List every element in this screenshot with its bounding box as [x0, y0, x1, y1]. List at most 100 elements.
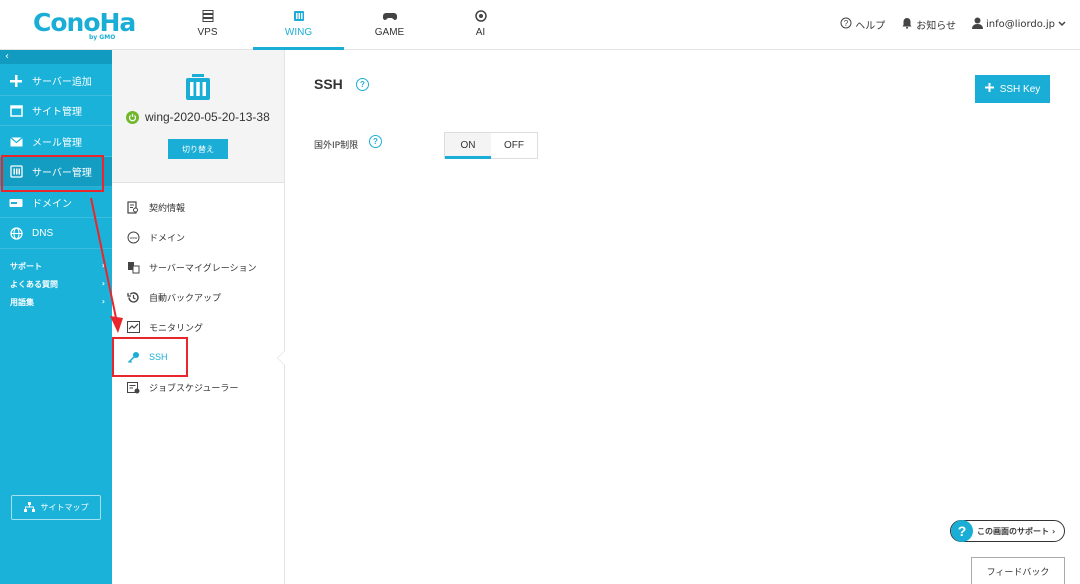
switch-server-button[interactable]: 切り替え — [168, 139, 228, 159]
sidebar-link-label: 用語集 — [10, 298, 34, 307]
annotation-box-server-management — [1, 155, 104, 192]
sidebar-item-dns[interactable]: DNS — [0, 219, 112, 249]
feedback-button[interactable]: フィードバック — [971, 557, 1065, 584]
nav-wing[interactable]: WING — [253, 0, 344, 50]
support-glyph: ? — [957, 523, 967, 539]
sidebar-link-support[interactable]: サポート › — [10, 261, 105, 272]
notifications-link[interactable]: お知らせ — [901, 17, 956, 32]
help-glyph: ? — [373, 137, 378, 146]
sidebar-collapse-button[interactable]: ‹ — [0, 50, 112, 64]
server-icon — [182, 72, 214, 107]
header-actions: ? ヘルプ お知らせ info@liordo.jp — [840, 17, 1066, 32]
sidebar-item-site-management[interactable]: サイト管理 — [0, 96, 112, 126]
server-summary: wing-2020-05-20-13-38 切り替え — [112, 50, 284, 183]
plus-icon — [984, 83, 994, 95]
help-label: ヘルプ — [855, 21, 886, 32]
sidebar-link-faq[interactable]: よくある質問 › — [10, 279, 105, 290]
menu-item-label: 契約情報 — [149, 203, 186, 214]
menu-item-label: モニタリング — [149, 323, 204, 334]
globe-icon — [8, 227, 24, 241]
power-icon — [126, 110, 139, 124]
menu-auto-backup[interactable]: 自動バックアップ — [126, 287, 221, 307]
sidebar-item-mail-management[interactable]: メール管理 — [0, 127, 112, 157]
main-content: SSH ? SSH Key 国外IP制限 ? ON OFF — [286, 50, 1080, 584]
menu-contract-info[interactable]: 契約情報 — [126, 197, 185, 217]
sidebar-item-label: サーバー追加 — [32, 77, 92, 88]
switch-server-label: 切り替え — [182, 144, 214, 154]
add-ssh-key-button[interactable]: SSH Key — [975, 75, 1050, 103]
toggle-off-button[interactable]: OFF — [491, 133, 537, 158]
user-icon — [972, 17, 984, 32]
sidebar-item-label: サイト管理 — [32, 107, 82, 118]
title-help-icon[interactable]: ? — [356, 78, 369, 91]
scheduler-icon — [126, 380, 140, 394]
sidebar-link-glossary[interactable]: 用語集 › — [10, 297, 105, 308]
sitemap-label: サイトマップ — [40, 503, 89, 512]
screen-support-button[interactable]: ? この画面のサポート › — [950, 520, 1065, 542]
menu-job-scheduler[interactable]: ジョブスケジューラー — [126, 377, 238, 397]
chevron-left-icon: ‹ — [5, 51, 9, 62]
nav-wing-label: WING — [284, 27, 313, 38]
server-icon — [162, 10, 253, 22]
server-name-row: wing-2020-05-20-13-38 — [126, 110, 270, 124]
top-nav: VPS WING GAME AI — [162, 0, 526, 50]
nav-vps-label: VPS — [197, 27, 218, 38]
chevron-right-icon: › — [101, 297, 105, 306]
wing-icon — [253, 10, 344, 22]
menu-server-migration[interactable]: サーバーマイグレーション — [126, 257, 257, 277]
sitemap-icon — [23, 501, 35, 514]
gamepad-icon — [344, 10, 435, 22]
backup-icon — [126, 290, 140, 304]
toggle-on-button[interactable]: ON — [445, 133, 491, 159]
migration-icon — [126, 260, 140, 274]
nav-vps[interactable]: VPS — [162, 0, 253, 50]
sitemap-button[interactable]: サイトマップ — [11, 495, 101, 520]
server-subpanel: wing-2020-05-20-13-38 切り替え 契約情報 www ドメイン… — [112, 50, 285, 584]
sidebar-item-label: ドメイン — [32, 199, 72, 210]
nav-ai[interactable]: AI — [435, 0, 526, 50]
chevron-down-icon — [1058, 19, 1066, 30]
sidebar-item-label: DNS — [32, 228, 54, 239]
menu-monitoring[interactable]: モニタリング — [126, 317, 203, 337]
sidebar-item-add-server[interactable]: サーバー追加 — [0, 66, 112, 96]
plus-icon — [8, 74, 24, 88]
sidebar-link-label: サポート — [10, 262, 42, 271]
add-ssh-key-label: SSH Key — [999, 83, 1041, 95]
nav-ai-label: AI — [475, 27, 486, 38]
contract-icon — [126, 200, 140, 214]
sidebar-link-label: よくある質問 — [10, 280, 58, 289]
server-name: wing-2020-05-20-13-38 — [145, 110, 270, 124]
question-icon: ? — [951, 520, 973, 542]
menu-item-label: ジョブスケジューラー — [149, 383, 239, 394]
account-label: info@liordo.jp — [986, 19, 1055, 30]
window-icon — [8, 104, 24, 118]
help-link[interactable]: ? ヘルプ — [840, 17, 885, 32]
foreign-ip-toggle: ON OFF — [444, 132, 538, 159]
bell-icon — [901, 17, 913, 32]
help-glyph: ? — [360, 80, 365, 89]
chevron-right-icon: › — [101, 261, 105, 270]
nav-game-label: GAME — [374, 27, 405, 38]
domain-icon — [8, 196, 24, 210]
nav-game[interactable]: GAME — [344, 0, 435, 50]
sidebar-item-domain[interactable]: ドメイン — [0, 188, 112, 218]
monitoring-icon — [126, 320, 140, 334]
feedback-label: フィードバック — [986, 567, 1050, 578]
chevron-right-icon: › — [101, 279, 105, 288]
foreign-ip-restriction-label: 国外IP制限 — [314, 141, 359, 151]
svg-text:?: ? — [844, 19, 849, 28]
chevron-right-icon: › — [1052, 526, 1056, 536]
menu-item-label: ドメイン — [149, 233, 186, 244]
page-title: SSH — [314, 76, 343, 92]
conoha-logo[interactable]: ConoHa by GMO — [33, 8, 136, 44]
help-circle-icon: ? — [840, 17, 852, 32]
top-header: ConoHa by GMO VPS WING GAME AI ? ヘルプ お知ら… — [0, 0, 1080, 50]
active-indicator — [277, 350, 285, 366]
mail-icon — [8, 135, 24, 149]
account-menu[interactable]: info@liordo.jp — [972, 17, 1066, 32]
sidebar-item-label: メール管理 — [32, 138, 82, 149]
www-icon: www — [126, 230, 140, 244]
menu-domain[interactable]: www ドメイン — [126, 227, 185, 247]
toggle-on-label: ON — [460, 140, 476, 151]
foreign-ip-help-icon[interactable]: ? — [369, 135, 382, 148]
